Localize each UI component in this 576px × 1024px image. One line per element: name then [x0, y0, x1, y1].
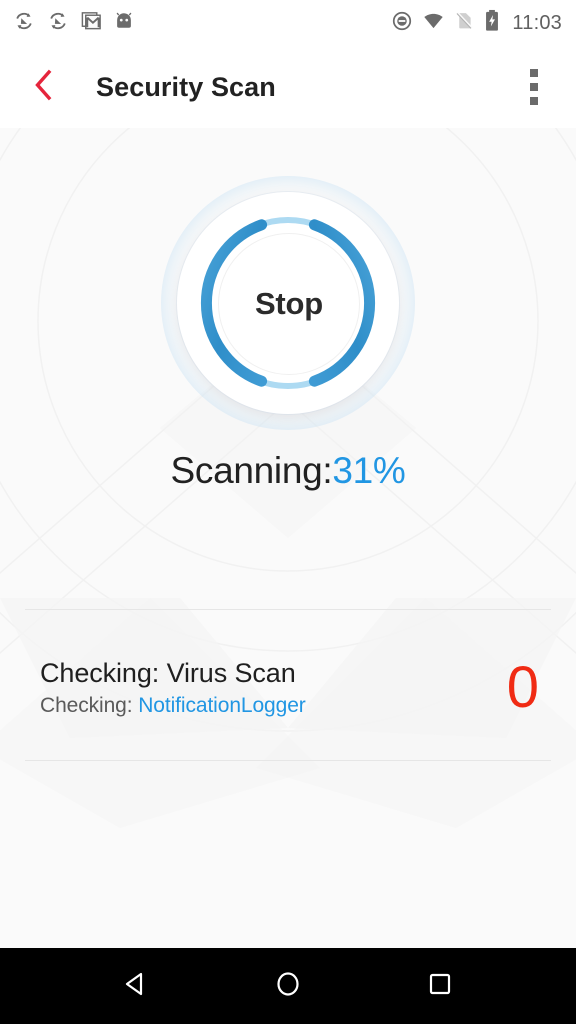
- stop-button-label: Stop: [254, 286, 324, 321]
- scan-status-text: Scanning:31%: [0, 450, 576, 492]
- scanner-area: Stop: [0, 176, 576, 432]
- current-check-row[interactable]: Checking: Virus Scan Checking: Notificat…: [0, 628, 576, 748]
- do-not-disturb-icon: [391, 10, 413, 37]
- current-check-subtitle: Checking: NotificationLogger: [40, 694, 306, 718]
- back-button[interactable]: [30, 63, 70, 111]
- app-bar: Security Scan: [0, 46, 576, 128]
- android-navigation-bar: [0, 948, 576, 1024]
- app-screen: 11:03 Security Scan Stop Scanning:31% Ch…: [0, 0, 576, 1024]
- sync-icon: [46, 9, 70, 38]
- current-check-title: Checking: Virus Scan: [40, 658, 296, 688]
- more-vertical-icon-dot: [530, 83, 538, 91]
- status-bar-right-icons: 11:03: [391, 9, 562, 37]
- more-vertical-icon: [530, 69, 538, 77]
- threat-count: 0: [506, 655, 539, 720]
- current-check-texts: Checking: Virus Scan Checking: Notificat…: [40, 658, 306, 718]
- scan-content: Stop Scanning:31% Checking: Virus Scan C…: [0, 128, 576, 948]
- nav-home-button[interactable]: [253, 956, 323, 1016]
- status-bar: 11:03: [0, 0, 576, 46]
- chevron-left-icon: [30, 68, 56, 107]
- scan-status-prefix: Scanning:: [170, 450, 333, 491]
- nav-back-button[interactable]: [101, 956, 171, 1016]
- scan-progress-percent: 31%: [332, 450, 406, 491]
- gmail-icon: [80, 9, 103, 37]
- more-vertical-icon-dot: [530, 97, 538, 105]
- status-bar-left-icons: [12, 9, 135, 38]
- no-sim-icon: [454, 10, 475, 36]
- sync-icon: [12, 9, 36, 38]
- battery-charging-icon: [484, 9, 500, 37]
- nav-recents-button[interactable]: [405, 956, 475, 1016]
- nav-home-circle-icon: [273, 969, 303, 1004]
- stop-scan-button[interactable]: Stop: [161, 176, 415, 430]
- nav-back-triangle-icon: [121, 969, 151, 1004]
- current-check-sub-prefix: Checking:: [40, 694, 139, 717]
- overflow-menu-button[interactable]: [512, 59, 556, 115]
- current-check-item-link[interactable]: NotificationLogger: [138, 694, 306, 717]
- wifi-icon: [422, 9, 445, 37]
- divider-bottom: [25, 760, 551, 761]
- scanner-inner-circle: Stop: [218, 233, 360, 375]
- android-head-icon: [113, 10, 135, 37]
- divider-top: [25, 609, 551, 610]
- status-bar-clock: 11:03: [512, 11, 562, 34]
- page-title: Security Scan: [96, 71, 276, 102]
- nav-recents-square-icon: [425, 969, 455, 1004]
